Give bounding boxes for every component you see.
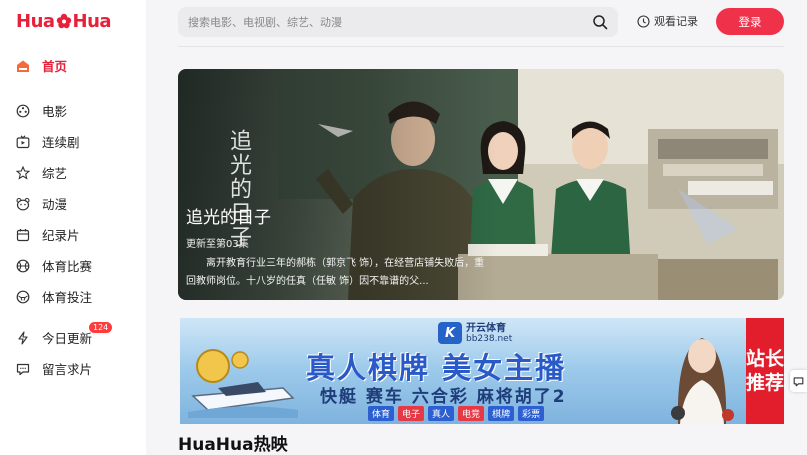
ad-subline: 快艇 赛车 六合彩 麻将胡了2 bbox=[320, 387, 567, 407]
ad-tags: 体育 电子 真人 电竞 棋牌 彩票 bbox=[368, 406, 545, 421]
speedboat-image bbox=[188, 349, 298, 418]
ad-brand-url: bb238.net bbox=[466, 333, 513, 344]
ad-side-label: 站长 推荐 bbox=[746, 318, 784, 424]
sidebar-item-sports-match[interactable]: 体育比赛 bbox=[0, 250, 146, 281]
tv-icon bbox=[16, 134, 30, 149]
ad-brand-logo: K bbox=[438, 322, 462, 344]
message-icon bbox=[16, 362, 30, 376]
logo-text-right: Hua bbox=[72, 10, 112, 32]
home-icon bbox=[16, 59, 30, 73]
sidebar-item-today-updates[interactable]: 今日更新 124 bbox=[0, 322, 146, 353]
sidebar-item-label: 体育投注 bbox=[42, 290, 93, 305]
ad-tag: 电竞 bbox=[458, 406, 485, 421]
soccer-icon bbox=[16, 290, 30, 304]
sidebar-item-label: 综艺 bbox=[42, 166, 68, 181]
header-divider bbox=[178, 46, 784, 47]
sidebar-item-variety[interactable]: 综艺 bbox=[0, 157, 146, 188]
hero-episode: 更新至第03集 bbox=[186, 239, 249, 250]
ad-tag: 棋牌 bbox=[488, 406, 515, 421]
sidebar-item-label: 今日更新 bbox=[42, 331, 93, 346]
message-icon bbox=[793, 376, 804, 386]
lightning-icon bbox=[16, 330, 30, 345]
clock-icon bbox=[637, 14, 650, 28]
sidebar-item-series[interactable]: 连续剧 bbox=[0, 126, 146, 157]
basketball-icon bbox=[16, 259, 30, 273]
sidebar-item-requests[interactable]: 留言求片 bbox=[0, 353, 146, 384]
ad-side-text-top: 站长 bbox=[746, 348, 784, 370]
update-count-badge: 124 bbox=[89, 322, 113, 333]
sidebar-item-label: 纪录片 bbox=[42, 228, 80, 243]
flower-icon bbox=[56, 13, 71, 29]
ad-banner[interactable]: K 开云体育 bb238.net 真人棋牌 美女主播 快艇 赛车 六合彩 麻将胡… bbox=[180, 318, 784, 424]
ad-brand: K 开云体育 bb238.net bbox=[438, 322, 512, 344]
search-input[interactable]: 搜索电影、电视剧、综艺、动漫 bbox=[188, 14, 592, 30]
hero-banner[interactable]: 追光的日子 追光的日子 更新至第03集 离开教育行业三年的郝栋（郭京飞 饰），在… bbox=[178, 69, 784, 300]
ad-headline: 真人棋牌 美女主播 bbox=[306, 351, 567, 385]
sidebar-item-documentary[interactable]: 纪录片 bbox=[0, 219, 146, 250]
ad-tag: 电子 bbox=[398, 406, 425, 421]
sidebar-item-anime[interactable]: 动漫 bbox=[0, 188, 146, 219]
ad-model-image bbox=[671, 338, 734, 424]
sidebar-item-movies[interactable]: 电影 bbox=[0, 95, 146, 126]
sidebar: Hua Hua 首页 电影 连续剧 综艺 动漫 纪录片 体育比赛 体育投注 今日… bbox=[0, 0, 146, 455]
sidebar-item-label: 动漫 bbox=[42, 197, 68, 212]
sidebar-item-label: 电影 bbox=[42, 104, 68, 119]
search-bar[interactable]: 搜索电影、电视剧、综艺、动漫 bbox=[178, 7, 618, 37]
sidebar-item-label: 体育比赛 bbox=[42, 259, 93, 274]
sidebar-nav: 首页 电影 连续剧 综艺 动漫 纪录片 体育比赛 体育投注 今日更新 124 留… bbox=[0, 50, 146, 384]
star-icon bbox=[16, 165, 30, 180]
history-label: 观看记录 bbox=[654, 15, 698, 28]
ad-brand-name: 开云体育 bbox=[466, 322, 506, 334]
logo-text-left: Hua bbox=[16, 10, 55, 32]
hero-description: 离开教育行业三年的郝栋（郭京飞 饰），在经营店铺失败后，重回教师岗位。十八岁的任… bbox=[186, 258, 485, 287]
sidebar-item-label: 首页 bbox=[42, 59, 68, 74]
sidebar-item-label: 连续剧 bbox=[42, 135, 80, 150]
ad-tag: 真人 bbox=[428, 406, 455, 421]
section-title: HuaHua热映 bbox=[178, 435, 288, 455]
sidebar-item-home[interactable]: 首页 bbox=[0, 50, 146, 81]
ad-side-text-bottom: 推荐 bbox=[746, 372, 784, 394]
bear-face-icon bbox=[16, 197, 30, 211]
sidebar-item-label: 留言求片 bbox=[42, 362, 93, 377]
sidebar-item-sports-betting[interactable]: 体育投注 bbox=[0, 281, 146, 312]
site-logo[interactable]: Hua Hua bbox=[16, 10, 112, 32]
search-icon[interactable] bbox=[592, 14, 608, 30]
login-button[interactable]: 登录 bbox=[716, 8, 784, 35]
ad-tag: 彩票 bbox=[518, 406, 545, 421]
hero-calligraphy: 追光的日子 bbox=[226, 129, 251, 249]
ad-tag: 体育 bbox=[368, 406, 395, 421]
calendar-icon bbox=[16, 228, 30, 242]
watch-history-link[interactable]: 观看记录 bbox=[637, 12, 698, 30]
film-reel-icon bbox=[16, 104, 30, 118]
feedback-button[interactable] bbox=[790, 370, 807, 392]
hero-title[interactable]: 追光的日子 bbox=[186, 203, 271, 228]
